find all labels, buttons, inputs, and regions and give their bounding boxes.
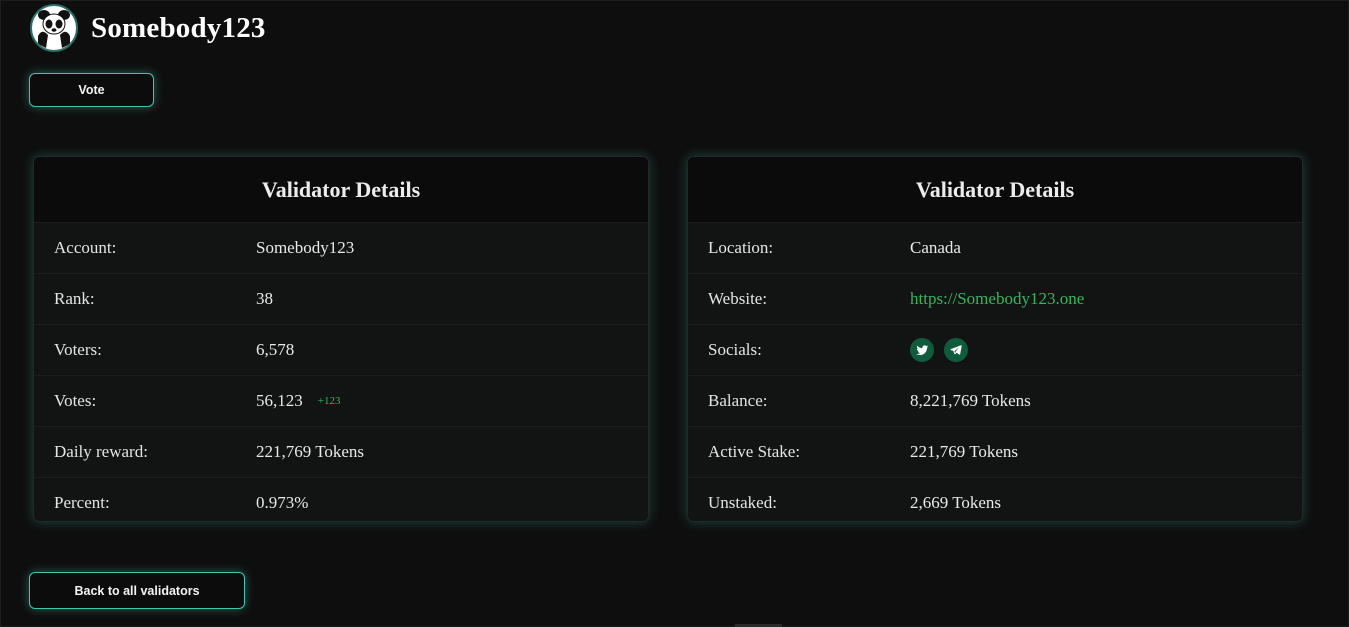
validator-name-heading: Somebody123 — [91, 11, 266, 44]
detail-label: Votes: — [54, 391, 97, 410]
votes-count: 56,123 — [256, 391, 303, 410]
detail-value: 8,221,769 Tokens — [910, 391, 1031, 410]
detail-value: 6,578 — [256, 340, 295, 359]
detail-row-daily-reward: Daily reward: 221,769 Tokens — [34, 426, 648, 477]
detail-label: Percent: — [54, 493, 110, 512]
twitter-icon[interactable] — [910, 338, 934, 362]
votes-delta-badge: +123 — [317, 395, 341, 407]
back-to-validators-button[interactable]: Back to all validators — [29, 572, 245, 609]
validator-details-card-left: Validator Details Account: Somebody123 R… — [33, 156, 649, 522]
detail-row-account: Account: Somebody123 — [34, 222, 648, 273]
detail-label: Socials: — [708, 340, 762, 359]
vote-button[interactable]: Vote — [29, 73, 154, 107]
detail-value: Canada — [910, 238, 961, 257]
detail-row-percent: Percent: 0.973% — [34, 477, 648, 521]
website-link[interactable]: https://Somebody123.one — [910, 289, 1084, 309]
detail-row-location: Location: Canada — [688, 222, 1302, 273]
detail-label: Rank: — [54, 289, 95, 308]
detail-row-voters: Voters: 6,578 — [34, 324, 648, 375]
detail-value: 221,769 Tokens — [256, 442, 365, 461]
social-links — [910, 338, 978, 362]
detail-value: Somebody123 — [256, 238, 355, 257]
detail-label: Location: — [708, 238, 774, 257]
detail-row-votes: Votes: 56,123 +123 — [34, 375, 648, 426]
detail-label: Website: — [708, 289, 768, 308]
detail-value: 0.973% — [256, 493, 309, 512]
detail-value: 221,769 Tokens — [910, 442, 1019, 461]
detail-label: Account: — [54, 238, 117, 257]
detail-value: 2,669 Tokens — [910, 493, 1002, 512]
detail-row-socials: Socials: — [688, 324, 1302, 375]
detail-row-active-stake: Active Stake: 221,769 Tokens — [688, 426, 1302, 477]
detail-row-unstaked: Unstaked: 2,669 Tokens — [688, 477, 1302, 521]
detail-row-balance: Balance: 8,221,769 Tokens — [688, 375, 1302, 426]
validator-header: Somebody123 — [30, 4, 266, 52]
panda-logo-icon — [30, 4, 78, 52]
detail-row-website: Website: https://Somebody123.one — [688, 273, 1302, 324]
website-value: https://Somebody123.one — [910, 289, 1084, 309]
detail-label: Balance: — [708, 391, 768, 410]
card-title: Validator Details — [34, 157, 648, 222]
detail-label: Active Stake: — [708, 442, 801, 461]
detail-label: Voters: — [54, 340, 102, 359]
detail-value: 38 — [256, 289, 273, 308]
detail-label: Daily reward: — [54, 442, 148, 461]
detail-value-votes: 56,123 +123 — [256, 391, 340, 411]
detail-row-rank: Rank: 38 — [34, 273, 648, 324]
validator-details-card-right: Validator Details Location: Canada Websi… — [687, 156, 1303, 522]
telegram-icon[interactable] — [944, 338, 968, 362]
card-title: Validator Details — [688, 157, 1302, 222]
detail-label: Unstaked: — [708, 493, 777, 512]
